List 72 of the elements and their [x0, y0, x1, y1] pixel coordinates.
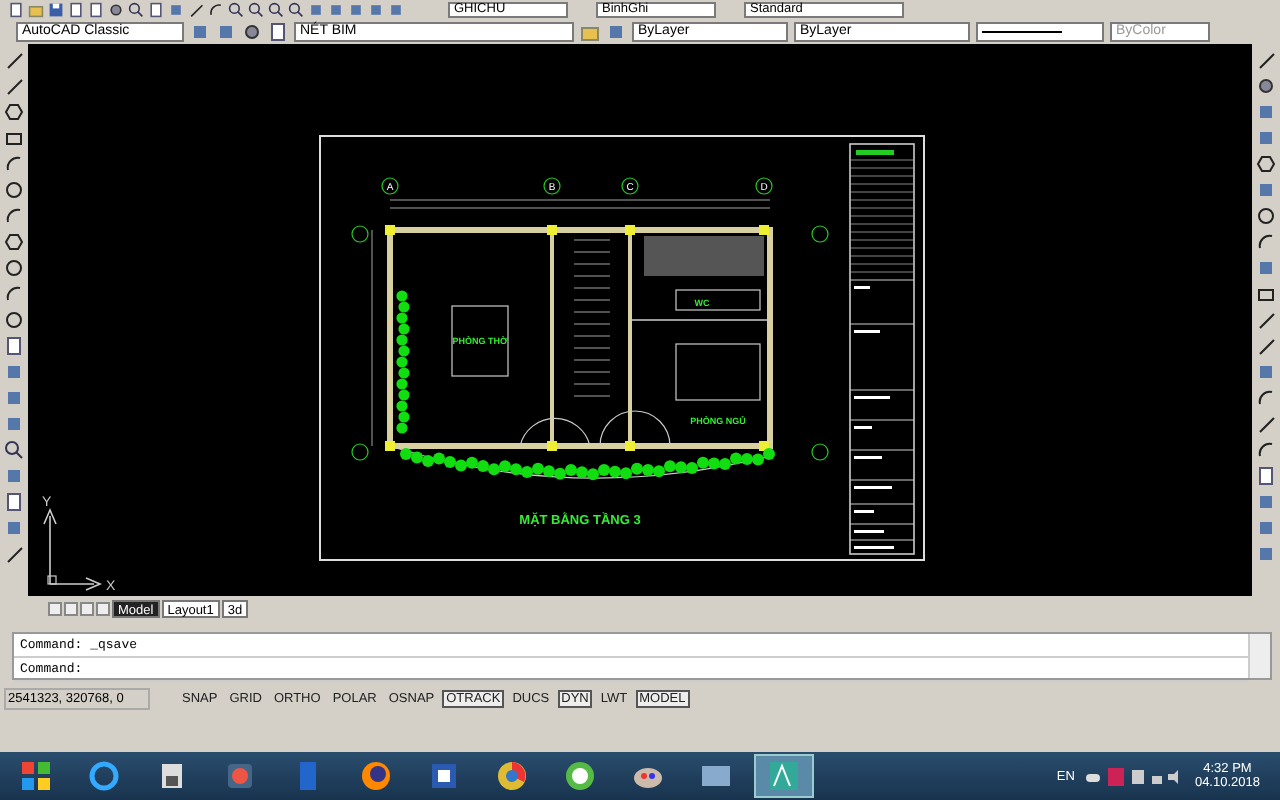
four-pane-icon — [20, 760, 52, 792]
square-icon — [328, 1, 344, 17]
folder-icon — [28, 1, 44, 17]
page-icon — [148, 1, 164, 17]
square-icon — [1256, 362, 1276, 382]
arc-icon — [4, 284, 24, 304]
globe-icon — [358, 758, 394, 794]
app-icon — [766, 758, 802, 794]
square-icon — [4, 388, 24, 408]
magnifier-icon — [4, 440, 24, 460]
square-icon — [168, 1, 184, 17]
line-sample — [982, 29, 1062, 33]
square-icon — [1256, 102, 1276, 122]
circle-icon — [1256, 206, 1276, 226]
page-icon — [4, 492, 24, 512]
square-icon — [4, 518, 24, 538]
magnifier-icon — [228, 1, 244, 17]
circle-icon — [4, 180, 24, 200]
arc-icon — [1256, 388, 1276, 408]
line-icon — [4, 544, 24, 564]
square-icon — [216, 21, 236, 41]
tray-icons — [1086, 767, 1183, 785]
record-icon — [222, 758, 258, 794]
folder-icon — [580, 21, 600, 41]
line-icon — [1256, 310, 1276, 330]
square-icon — [190, 21, 210, 41]
hexagon-icon — [4, 102, 24, 122]
lineweight-dropdown[interactable] — [976, 21, 1104, 41]
square-icon — [1256, 518, 1276, 538]
arc-icon — [208, 1, 224, 17]
square-icon — [1256, 128, 1276, 148]
circle-icon — [4, 310, 24, 330]
rectangle-icon — [4, 128, 24, 148]
arc-icon — [1256, 440, 1276, 460]
hexagon-icon — [1256, 154, 1276, 174]
magnifier-icon — [128, 1, 144, 17]
page-icon — [268, 21, 288, 41]
magnifier-icon — [268, 1, 284, 17]
square-icon — [308, 1, 324, 17]
page-icon — [8, 1, 24, 17]
ring-icon — [562, 758, 598, 794]
rectangle-icon — [1256, 284, 1276, 304]
square-icon — [1256, 180, 1276, 200]
page-icon — [4, 336, 24, 356]
line-icon — [4, 76, 24, 96]
arc-icon — [4, 206, 24, 226]
ucs-icon — [43, 507, 103, 591]
square-icon — [4, 414, 24, 434]
line-icon — [4, 50, 24, 70]
line-icon — [188, 1, 204, 17]
square-icon — [4, 466, 24, 486]
document-icon — [426, 758, 462, 794]
scrollbar[interactable] — [1248, 634, 1270, 678]
square-icon — [388, 1, 404, 17]
square-icon — [368, 1, 384, 17]
arc-icon — [4, 154, 24, 174]
magnifier-icon — [248, 1, 264, 17]
square-icon — [1256, 258, 1276, 278]
square-icon — [4, 362, 24, 382]
line-icon — [1256, 414, 1276, 434]
line-icon — [1256, 336, 1276, 356]
square-icon — [1256, 544, 1276, 564]
arc-icon — [1256, 232, 1276, 252]
page-icon — [1256, 466, 1276, 486]
line-icon — [1256, 50, 1276, 70]
square-icon — [606, 21, 626, 41]
square-icon — [1256, 492, 1276, 512]
magnifier-icon — [288, 1, 304, 17]
square-icon — [348, 1, 364, 17]
circle-icon — [4, 258, 24, 278]
hexagon-icon — [4, 232, 24, 252]
ring-icon — [86, 758, 122, 794]
